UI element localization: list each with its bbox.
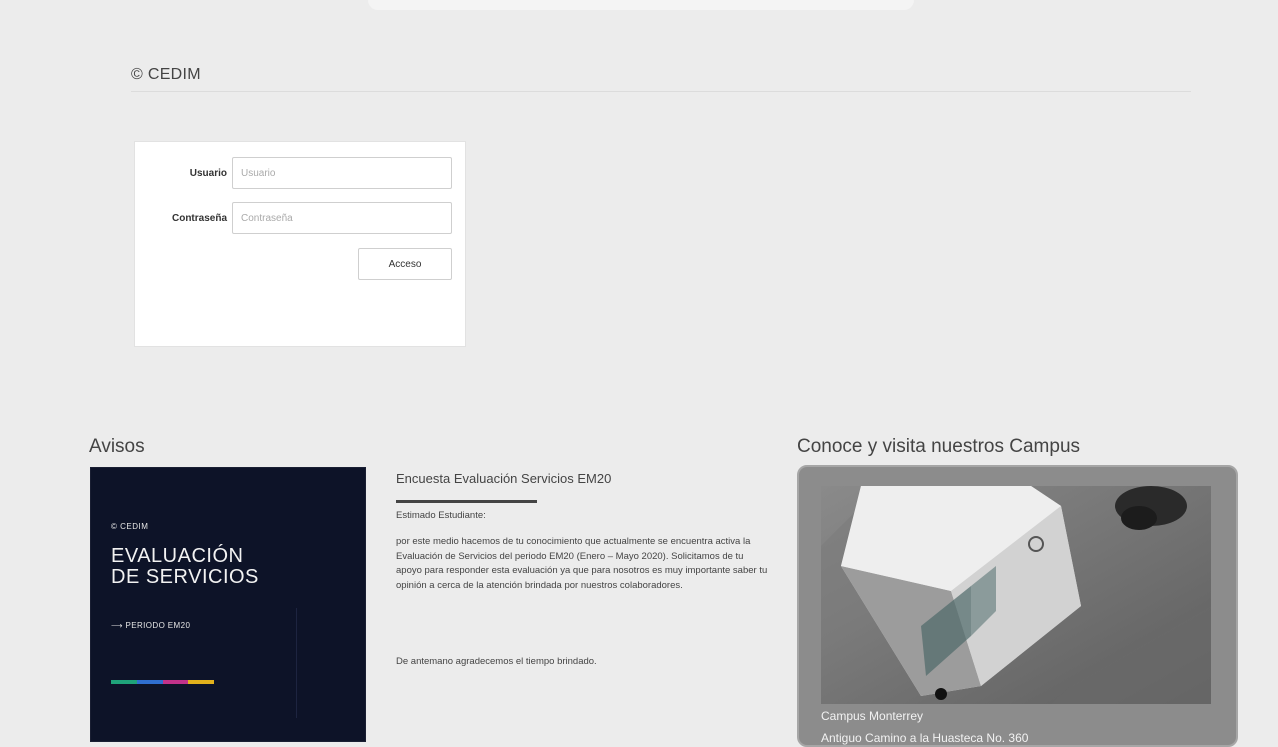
login-form: Usuario Contraseña Acceso <box>134 141 466 347</box>
promo-bar-segment <box>111 680 137 684</box>
username-input[interactable] <box>232 157 452 189</box>
promo-title-line1: EVALUACIÓN <box>111 545 244 567</box>
campus-carousel-card[interactable]: Campus Monterrey Antiguo Camino a la Hua… <box>797 465 1238 747</box>
promo-title-line2: DE SERVICIOS <box>111 566 259 588</box>
access-button[interactable]: Acceso <box>358 248 452 280</box>
promo-bar-segment <box>188 680 214 684</box>
promo-divider <box>296 608 297 718</box>
campus-section-title: Conoce y visita nuestros Campus <box>797 436 1081 457</box>
brand-logo-text: © CEDIM <box>131 66 201 83</box>
promo-brand: © CEDIM <box>111 522 149 531</box>
promo-bar-segment <box>136 680 163 684</box>
page: © CEDIM Usuario Contraseña Acceso Avisos… <box>0 0 1278 747</box>
campus-name: Campus Monterrey <box>821 709 924 723</box>
campus-building-illustration <box>821 486 1211 704</box>
news-title-underline <box>396 500 537 503</box>
news-closing: De antemano agradecemos el tiempo brinda… <box>396 656 597 667</box>
header-divider <box>131 91 1191 92</box>
news-greeting: Estimado Estudiante: <box>396 510 486 521</box>
campus-photo <box>821 486 1211 704</box>
avisos-section-title: Avisos <box>89 436 145 457</box>
promo-color-bar <box>111 680 214 684</box>
top-tab-decoration <box>368 0 914 10</box>
promo-bar-segment <box>162 680 189 684</box>
campus-address: Antiguo Camino a la Huasteca No. 360 <box>821 731 1029 745</box>
password-input[interactable] <box>232 202 452 234</box>
promo-title: EVALUACIÓN DE SERVICIOS <box>111 546 331 588</box>
news-title: Encuesta Evaluación Servicios EM20 <box>396 471 612 486</box>
promo-period: ⟶ PERIODO EM20 <box>111 621 191 630</box>
username-label: Usuario <box>189 168 227 179</box>
password-label: Contraseña <box>171 213 227 224</box>
evaluation-promo-banner[interactable]: © CEDIM EVALUACIÓN DE SERVICIOS ⟶ PERIOD… <box>90 467 366 742</box>
news-body: por este medio hacemos de tu conocimient… <box>396 536 768 591</box>
